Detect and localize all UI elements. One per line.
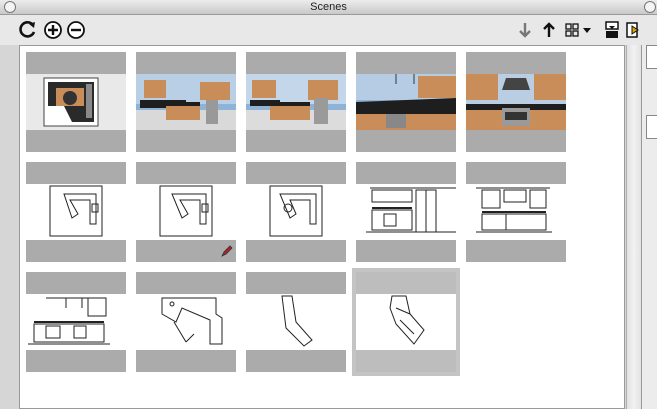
add-scene-button[interactable]: [42, 19, 64, 41]
scene-label: [246, 55, 346, 71]
scene-label: [26, 165, 126, 181]
vertical-scrollbar[interactable]: [626, 45, 641, 409]
remove-scene-icon: [67, 21, 85, 39]
scene-image: [26, 294, 126, 350]
refresh-button[interactable]: [17, 19, 39, 41]
scenes-toolbar: [0, 15, 657, 45]
scene-label: [466, 55, 566, 71]
scene-thumbnail[interactable]: [246, 162, 346, 262]
details-panel-button[interactable]: [623, 19, 641, 41]
scene-thumbnail[interactable]: [26, 52, 126, 152]
scene-label: [246, 165, 346, 181]
remove-scene-button[interactable]: [65, 19, 87, 41]
scene-image: [356, 294, 456, 350]
move-scene-up-button[interactable]: [538, 19, 560, 41]
scene-label: [466, 165, 566, 181]
scene-label: [136, 275, 236, 291]
scene-image: [26, 74, 126, 130]
scene-thumbnail[interactable]: [136, 162, 236, 262]
scene-thumbnail[interactable]: [356, 52, 456, 152]
scene-thumbnail[interactable]: [356, 162, 456, 262]
background-window-fragment: [646, 45, 657, 69]
view-options-icon: [565, 23, 591, 37]
scene-label: [356, 275, 456, 291]
show-details-button[interactable]: [603, 19, 621, 41]
scene-label: [356, 165, 456, 181]
scene-image: [136, 184, 236, 240]
scene-thumbnail[interactable]: [246, 52, 346, 152]
scene-label: [26, 275, 126, 291]
move-scene-down-icon: [519, 23, 531, 38]
close-window-button[interactable]: [4, 1, 16, 13]
toolbar-toggle-button[interactable]: [644, 1, 656, 13]
scene-thumbnail[interactable]: [466, 52, 566, 152]
move-scene-up-icon: [543, 22, 555, 37]
scene-image: [246, 74, 346, 130]
scene-image: [466, 74, 566, 130]
scene-thumbnail[interactable]: [466, 162, 566, 262]
scene-label: [136, 165, 236, 181]
scene-image: [356, 184, 456, 240]
scene-thumbnail[interactable]: [136, 52, 236, 152]
view-options-button[interactable]: [564, 19, 594, 41]
scene-label: [136, 55, 236, 71]
scene-label: [356, 55, 456, 71]
background-window-edge: [641, 45, 657, 409]
scene-label: [246, 275, 346, 291]
scene-image: [136, 74, 236, 130]
scene-thumbnail[interactable]: [136, 272, 236, 372]
scene-thumbnail-selected[interactable]: [352, 268, 460, 376]
scene-image: [246, 294, 346, 350]
add-scene-icon: [44, 21, 62, 39]
pencil-icon: [221, 245, 233, 257]
scenes-grid: [19, 45, 625, 409]
background-window-fragment: [646, 115, 657, 139]
scene-thumbnail[interactable]: [26, 162, 126, 262]
scene-image: [356, 74, 456, 130]
window-titlebar: Scenes: [0, 0, 657, 15]
scene-image: [246, 184, 346, 240]
scene-thumbnail[interactable]: [246, 272, 346, 372]
scene-label: [26, 55, 126, 71]
scene-image: [26, 184, 126, 240]
details-panel-icon: [626, 22, 639, 38]
scene-image: [136, 294, 236, 350]
refresh-icon: [19, 21, 36, 38]
show-details-icon: [605, 21, 619, 38]
scene-image: [466, 184, 566, 240]
move-scene-down-button[interactable]: [514, 19, 536, 41]
window-title: Scenes: [310, 1, 347, 13]
scene-thumbnail[interactable]: [26, 272, 126, 372]
